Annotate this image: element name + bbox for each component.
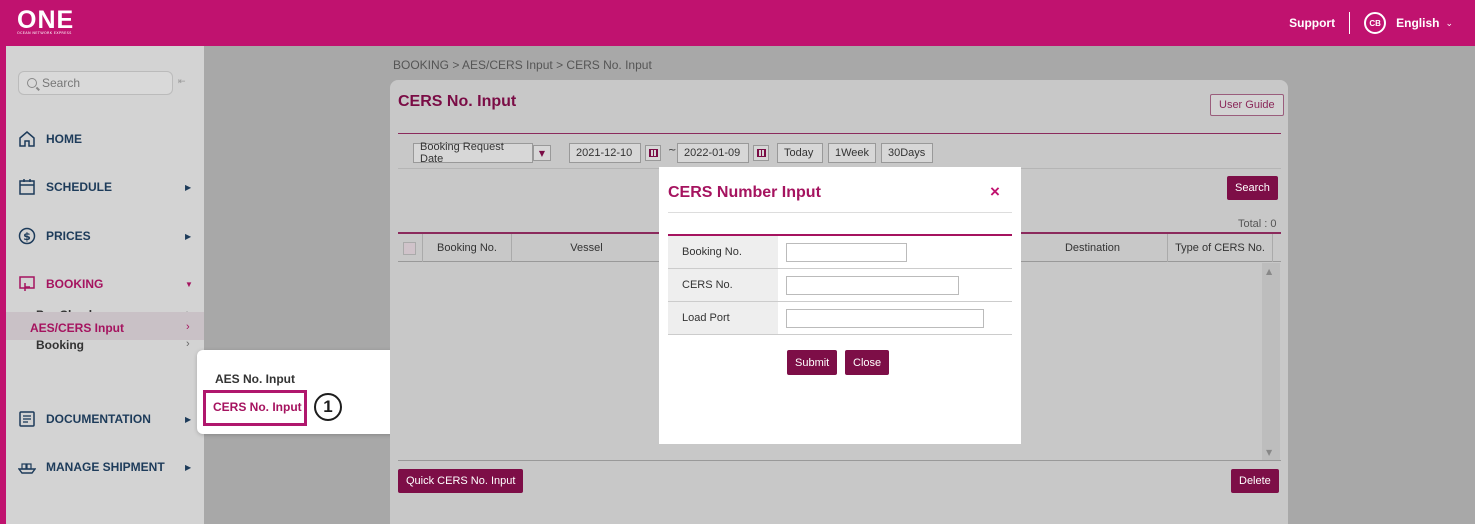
field-label: Load Port [668,302,778,334]
sidebar-subitem-aes-cers[interactable]: AES/CERS Input [30,321,124,335]
scroll-down-icon[interactable]: ▼ [1266,448,1272,457]
sidebar-item-label: PRICES [46,229,91,243]
language-selector[interactable]: English [1396,16,1439,30]
sidebar-item-manage-shipment[interactable]: MANAGE SHIPMENT [18,457,165,477]
field-label: CERS No. [668,269,778,301]
sidebar-item-booking[interactable]: BOOKING [18,274,103,294]
sidebar-subitem-booking[interactable]: Booking [36,338,84,352]
breadcrumb: BOOKING > AES/CERS Input > CERS No. Inpu… [393,58,652,72]
date-range-separator: ~ [668,145,677,156]
scroll-up-icon[interactable]: ▲ [1266,267,1272,276]
caret-right-icon: ▶ [185,183,192,192]
caret-right-icon: ▶ [185,415,192,424]
column-header: Destination [1018,234,1168,262]
field-label: Booking No. [668,236,778,268]
thirty-days-button[interactable]: 30Days [881,143,933,163]
one-logo[interactable]: ONE OCEAN NETWORK EXPRESS [17,6,75,36]
table-scrollbar[interactable]: ▲ ▼ [1262,263,1280,461]
form-row-cers-no: CERS No. [668,269,1012,302]
to-date-input[interactable]: 2022-01-09 [677,143,749,163]
logo-subtext: OCEAN NETWORK EXPRESS [17,31,72,35]
svg-text:$: $ [23,230,31,243]
cers-number-modal: CERS Number Input × Booking No. CERS No.… [659,167,1021,444]
today-button[interactable]: Today [777,143,823,163]
sidebar-item-label: MANAGE SHIPMENT [46,460,165,474]
sidebar-item-documentation[interactable]: DOCUMENTATION [18,409,151,429]
search-placeholder: Search [42,76,81,90]
divider [398,460,1281,461]
from-date-input[interactable]: 2021-12-10 [569,143,641,163]
column-header: Type of CERS No. [1168,234,1273,262]
top-bar: ONE OCEAN NETWORK EXPRESS Support CB Eng… [0,0,1475,46]
sidebar-item-prices[interactable]: $ PRICES [18,226,91,246]
divider [668,212,1012,213]
booking-no-input[interactable] [786,243,907,262]
sidebar: Search ⇤ HOME SCHEDULE ▶ $ PRICES ▶ BOOK… [6,46,204,524]
logo-text: ONE [17,6,75,34]
form-row-booking-no: Booking No. [668,236,1012,269]
home-icon [19,131,35,147]
submenu-flyout: AES No. Input CERS No. Input 1 [197,350,403,434]
cers-no-input[interactable] [786,276,959,295]
booking-icon [19,276,35,291]
form-row-load-port: Load Port [668,302,1012,335]
divider [1349,12,1351,34]
quick-cers-input-button[interactable]: Quick CERS No. Input [398,469,524,493]
select-all-checkbox[interactable] [403,242,416,255]
search-input[interactable]: Search [18,71,173,95]
chevron-down-icon[interactable]: ⌄ [1445,18,1453,29]
sidebar-item-label: BOOKING [46,277,104,291]
chevron-right-icon: › [186,321,190,333]
calendar-icon[interactable] [753,145,769,161]
user-guide-button[interactable]: User Guide [1210,94,1284,116]
divider [398,133,1281,134]
caret-right-icon: ▶ [185,463,192,472]
caret-right-icon: ▶ [185,232,192,241]
caret-down-icon: ▼ [185,280,193,289]
select-all-cell [398,234,423,262]
sidebar-item-label: SCHEDULE [46,180,113,194]
support-link[interactable]: Support [1289,16,1335,30]
column-header: Booking No. [423,234,512,262]
total-count: Total : 0 [1238,218,1277,230]
flyout-item-cers[interactable]: CERS No. Input [213,400,302,414]
ship-icon [18,463,36,474]
sidebar-item-home[interactable]: HOME [18,129,82,149]
close-button[interactable]: Close [845,350,890,375]
column-header: Vessel [512,234,662,262]
modal-title: CERS Number Input [668,184,821,201]
document-icon [19,411,35,427]
dollar-icon: $ [18,227,36,245]
calendar-icon[interactable] [645,145,661,161]
search-icon [27,78,37,88]
close-icon[interactable]: × [990,182,1000,202]
step-marker: 1 [314,393,342,421]
date-type-select[interactable]: Booking Request Date [413,141,533,165]
search-button[interactable]: Search [1227,176,1278,200]
chevron-down-icon[interactable]: ▼ [533,145,551,161]
sidebar-item-label: DOCUMENTATION [46,412,151,426]
page-title: CERS No. Input [398,93,517,110]
avatar[interactable]: CB [1364,12,1387,34]
sidebar-item-schedule[interactable]: SCHEDULE [18,177,112,197]
load-port-input[interactable] [786,309,984,328]
sidebar-item-label: HOME [46,132,82,146]
submit-button[interactable]: Submit [787,350,838,375]
week-button[interactable]: 1Week [828,143,876,163]
flyout-item-aes[interactable]: AES No. Input [215,372,295,386]
delete-button[interactable]: Delete [1231,469,1279,493]
collapse-sidebar-icon[interactable]: ⇤ [178,76,186,87]
calendar-icon [19,179,35,195]
